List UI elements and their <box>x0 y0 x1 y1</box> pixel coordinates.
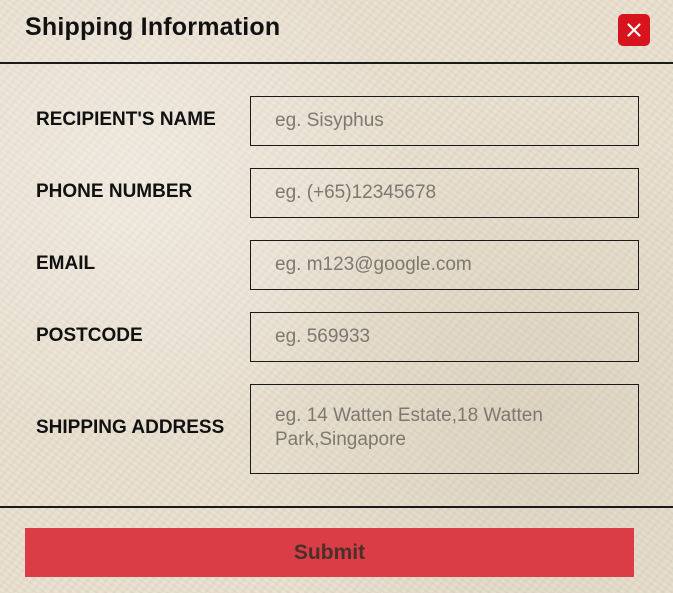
email-label: EMAIL <box>36 253 96 274</box>
dialog-title: Shipping Information <box>25 13 281 41</box>
recipient-name-input[interactable] <box>250 96 639 146</box>
postcode-input[interactable] <box>250 312 639 362</box>
close-button[interactable] <box>618 14 650 46</box>
phone-number-input[interactable] <box>250 168 639 218</box>
footer-divider <box>0 506 673 508</box>
phone-number-label: PHONE NUMBER <box>36 181 193 202</box>
close-icon <box>627 23 641 37</box>
shipping-information-dialog: Shipping Information RECIPIENT'S NAME PH… <box>0 0 673 593</box>
shipping-address-label: SHIPPING ADDRESS <box>36 417 225 438</box>
shipping-address-textarea[interactable] <box>250 384 639 474</box>
dialog-header: Shipping Information <box>0 0 673 64</box>
submit-button[interactable]: Submit <box>25 528 634 577</box>
postcode-label: POSTCODE <box>36 325 143 346</box>
recipient-name-label: RECIPIENT'S NAME <box>36 109 216 130</box>
email-input[interactable] <box>250 240 639 290</box>
